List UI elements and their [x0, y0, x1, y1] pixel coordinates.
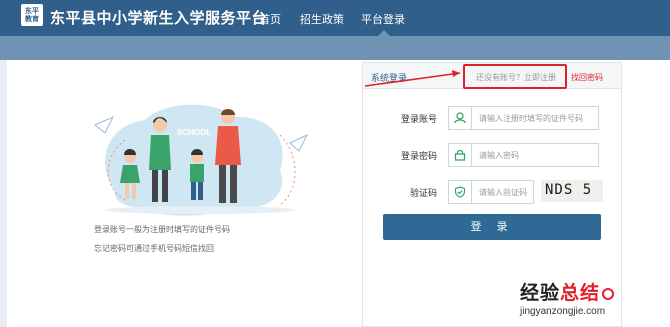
login-panel-header: 系统登录 还没有账号？立即注册 找回密码 [363, 63, 621, 89]
login-tip-account: 登录账号一般为注册时填写的证件号码 [94, 225, 230, 234]
logo-text-line2: 教育 [25, 14, 39, 23]
captcha-image[interactable]: NDS 5 [541, 180, 603, 202]
shield-check-icon [449, 181, 472, 203]
password-field[interactable]: 请输入密码 [448, 143, 599, 167]
family-school-illustration: SCHOOL [94, 104, 309, 216]
watermark-icon [602, 287, 615, 300]
account-field[interactable]: 请输入注册时填写的证件号码 [448, 106, 599, 130]
captcha-label: 验证码 [409, 188, 437, 198]
account-placeholder: 请输入注册时填写的证件号码 [479, 114, 583, 123]
user-icon [449, 107, 472, 129]
account-label: 登录账号 [400, 114, 437, 124]
password-placeholder: 请输入密码 [479, 151, 519, 160]
school-sign-text: SCHOOL [177, 128, 211, 137]
site-logo[interactable]: 东平 教育 [21, 4, 43, 26]
login-panel-title: 系统登录 [371, 73, 408, 83]
register-link[interactable]: 还没有账号？立即注册 [476, 72, 556, 83]
forgot-password-link[interactable]: 找回密码 [571, 72, 603, 83]
captcha-placeholder: 请输入验证码 [479, 188, 527, 197]
watermark-text: 经验 [520, 283, 561, 304]
sub-header-band [0, 36, 670, 60]
login-button[interactable]: 登 录 [383, 214, 601, 240]
login-tip-password: 忘记密码可通过手机号码短信找回 [94, 244, 214, 253]
top-header-bar: 东平 教育 东平县中小学新生入学服务平台 首页 招生政策 平台登录 [0, 0, 670, 36]
page-left-edge [0, 60, 7, 327]
lock-icon [449, 144, 472, 166]
watermark: 经验总结 jingyanzongjie.com [520, 278, 615, 317]
site-title: 东平县中小学新生入学服务平台 [50, 10, 268, 27]
watermark-text-red: 总结 [560, 283, 601, 304]
nav-platform-login[interactable]: 平台登录 [361, 11, 405, 27]
nav-enrollment-policy[interactable]: 招生政策 [300, 11, 344, 27]
password-label: 登录密码 [400, 151, 437, 161]
nav-home[interactable]: 首页 [259, 11, 281, 27]
watermark-url: jingyanzongjie.com [520, 306, 606, 317]
captcha-field[interactable]: 请输入验证码 [448, 180, 534, 204]
